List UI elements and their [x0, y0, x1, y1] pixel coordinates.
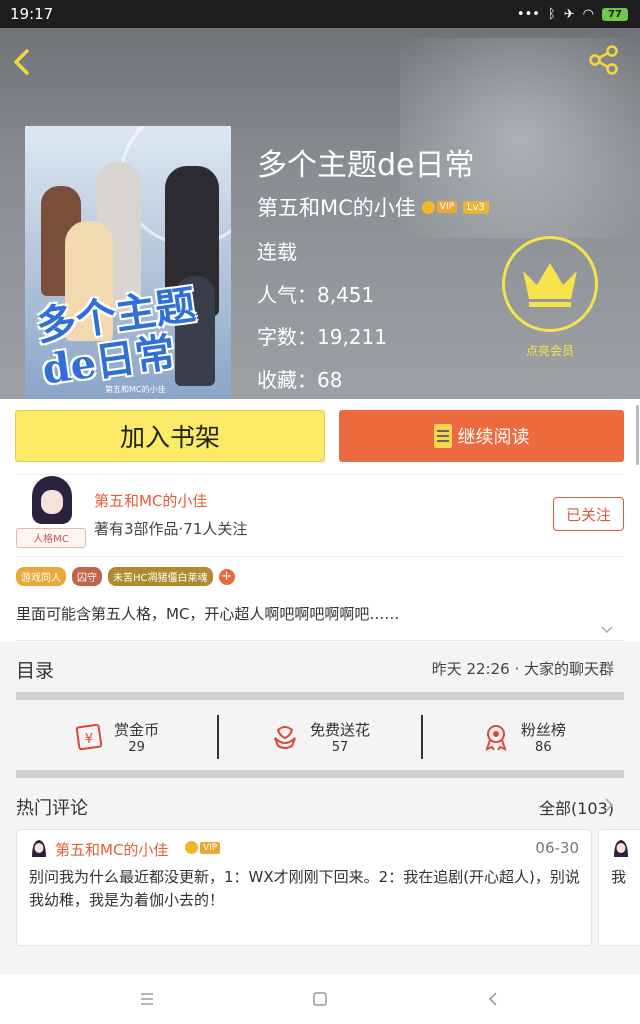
tag-list: 游戏同人 囚守 未苦HC凋猪僵白莱魂 +	[16, 567, 235, 586]
comment-card[interactable]: 我	[598, 829, 640, 946]
chevron-right-icon	[605, 662, 614, 676]
status-icons: ••• ᛒ ✈ ◠ 77	[517, 7, 628, 22]
tag-item[interactable]: 游戏同人	[16, 567, 66, 586]
toc-latest-chapter[interactable]: 昨天 22:26 · 大家的聊天群	[432, 658, 614, 679]
comment-text: 我	[611, 868, 627, 886]
commenter-avatar	[614, 840, 628, 857]
author-card-name[interactable]: 第五和MC的小佳	[94, 490, 207, 511]
toc-label[interactable]: 目录	[16, 656, 54, 683]
commenter-avatar	[32, 840, 46, 857]
home-icon	[313, 992, 327, 1006]
tag-item[interactable]: 囚守	[72, 567, 102, 586]
cover-subtitle: 第五和MC的小佳	[105, 385, 166, 394]
chevron-down-icon[interactable]	[600, 625, 614, 635]
stats-row: ¥ 赏金币 29 免费送花 57 粉丝榜 86	[16, 704, 624, 770]
free-flowers[interactable]: 免费送花 57	[219, 704, 420, 770]
svg-text:¥: ¥	[85, 732, 93, 747]
book-cover[interactable]: 多个主题 de日常 第五和MC的小佳	[25, 126, 231, 399]
level-badge: Lv3	[463, 200, 489, 214]
wifi-icon: ◠	[582, 6, 594, 22]
member-label: 点亮会员	[525, 344, 574, 358]
avatar-tag: 人格MC	[16, 528, 86, 548]
word-count: 字数：19,211	[257, 325, 387, 349]
add-tag-button[interactable]: +	[218, 568, 235, 585]
more-icon: •••	[516, 6, 540, 22]
medal-icon	[485, 725, 507, 751]
vip-badge: VIP	[185, 841, 221, 854]
menu-button[interactable]	[127, 979, 167, 1019]
book-status: 连载	[257, 240, 297, 264]
flower-icon	[274, 726, 296, 749]
menu-icon	[140, 993, 153, 1005]
commenter-name[interactable]: 第五和MC的小佳	[55, 839, 168, 860]
vip-badge: VIP	[421, 200, 458, 214]
comment-card[interactable]: 第五和MC的小佳 VIP 06-30 别问我为什么最近都没更新，1：WX才刚刚下…	[16, 829, 592, 946]
chevron-right-icon	[605, 798, 614, 812]
crown-icon	[523, 263, 577, 307]
back-icon	[489, 992, 497, 1006]
bluetooth-icon: ᛒ	[547, 6, 556, 22]
share-icon	[589, 45, 618, 75]
system-nav-bar	[0, 974, 640, 1024]
crown-icon	[421, 200, 435, 214]
author-avatar[interactable]: 人格MC	[16, 476, 86, 550]
favorites-count: 收藏：68	[257, 368, 343, 392]
hot-comments-title: 热门评论	[16, 798, 88, 819]
share-button[interactable]	[588, 44, 624, 80]
back-arrow-icon	[14, 49, 29, 75]
fan-ranking[interactable]: 粉丝榜 86	[423, 704, 624, 770]
add-to-shelf-button[interactable]: 加入书架	[15, 410, 325, 462]
reward-coins[interactable]: ¥ 赏金币 29	[16, 704, 217, 770]
status-time: 19:17	[10, 5, 54, 23]
author-line: 第五和MC的小佳 VIP Lv3	[257, 192, 489, 222]
author-name[interactable]: 第五和MC的小佳	[257, 192, 416, 222]
continue-reading-button[interactable]: 继续阅读	[339, 410, 624, 462]
book-icon	[433, 424, 452, 448]
popularity: 人气：8,451	[257, 283, 375, 307]
airplane-icon: ✈	[563, 6, 575, 22]
continue-reading-label: 继续阅读	[457, 427, 530, 448]
status-bar: 19:17 ••• ᛒ ✈ ◠ 77	[0, 0, 640, 28]
book-description: 里面可能含第五人格，MC，开心超人啊吧啊吧啊啊吧……	[16, 605, 400, 623]
comment-date: 06-30	[535, 839, 579, 857]
member-button[interactable]	[502, 236, 598, 332]
back-button[interactable]	[8, 44, 34, 80]
battery-icon: 77	[602, 7, 628, 21]
all-comments-link[interactable]: 全部(103)	[539, 795, 614, 819]
back-nav-button[interactable]	[473, 979, 513, 1019]
tag-item[interactable]: 未苦HC凋猪僵白莱魂	[108, 567, 213, 586]
crown-icon	[185, 841, 198, 854]
author-stats: 著有3部作品·71人关注	[94, 520, 248, 538]
book-title: 多个主题de日常	[257, 148, 475, 183]
red-envelope-icon: ¥	[75, 723, 103, 751]
home-button[interactable]	[300, 979, 340, 1019]
comment-text: 别问我为什么最近都没更新，1：WX才刚刚下回来。2：我在追剧(开心超人)，别说我…	[29, 868, 580, 909]
follow-button[interactable]: 已关注	[553, 497, 624, 531]
scrollbar[interactable]	[636, 405, 639, 465]
